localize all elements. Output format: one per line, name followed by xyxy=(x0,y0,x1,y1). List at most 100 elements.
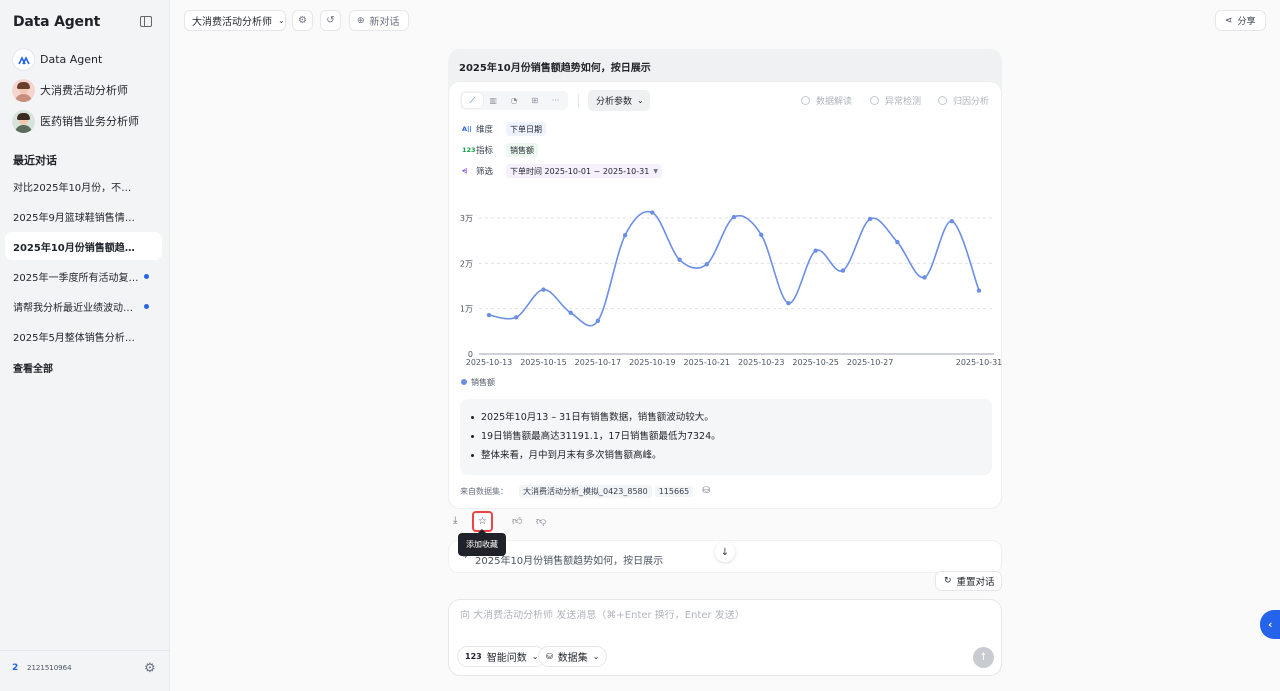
divider xyxy=(578,94,579,107)
favorite-tooltip: 添加收藏 xyxy=(458,529,506,556)
agent-label: 大消费活动分析师 xyxy=(40,84,128,97)
summary-item: 19日销售额最高达31191.1，17日销售额最低为7324。 xyxy=(471,427,992,446)
scroll-down-button[interactable]: ↓ xyxy=(715,542,735,562)
more-icon[interactable]: ··· xyxy=(545,93,566,108)
action-label: 归因分析 xyxy=(953,97,990,107)
sidebar: Data Agent Data Agent 大消费活动分析师 医药销售业务分析师… xyxy=(0,0,170,691)
sidebar-toggle-icon[interactable] xyxy=(140,16,152,27)
recent-conversations-title: 最近对话 xyxy=(13,154,57,167)
anomaly-detect-button[interactable]: 异常检测 xyxy=(870,94,921,107)
data-point xyxy=(568,310,573,315)
summary-item: 整体来看，月中到月末有多次销售额高峰。 xyxy=(471,446,992,465)
history-button[interactable]: ↺ xyxy=(320,10,341,31)
data-point xyxy=(922,275,927,280)
data-point xyxy=(541,287,546,292)
unread-dot xyxy=(144,274,149,279)
dimension-chip[interactable]: 下单日期 xyxy=(506,122,547,136)
check-circle-icon xyxy=(938,96,947,105)
smart-query-pill[interactable]: 123 智能问数 ⌄ xyxy=(457,646,547,667)
user-avatar[interactable]: 2 xyxy=(12,663,20,673)
conversation-item[interactable]: 2025年9月篮球鞋销售情况如何 xyxy=(5,202,162,230)
summary-item: 2025年10月13 – 31日有销售数据，销售额波动较大。 xyxy=(471,408,992,427)
x-tick-label: 2025-10-27 xyxy=(847,358,894,367)
data-agent-logo-icon xyxy=(12,47,35,71)
analysis-params-dropdown[interactable]: 分析参数 ⌄ xyxy=(588,90,650,111)
filter-icon: ⩤ xyxy=(462,166,468,175)
dataset-pill[interactable]: ⛁ 数据集 ⌄ xyxy=(538,646,608,667)
star-icon: ☆ xyxy=(478,516,487,527)
table-icon[interactable]: ⊞ xyxy=(524,93,545,108)
x-tick-label: 2025-10-13 xyxy=(466,358,513,367)
check-circle-icon xyxy=(870,96,879,105)
agent-select-label: 大消费活动分析师 xyxy=(192,17,272,28)
conversation-item[interactable]: 2025年一季度所有活动复盘分析 xyxy=(5,262,162,290)
data-point xyxy=(949,218,954,224)
thumbs-up-icon[interactable]: 👍︎ xyxy=(512,515,522,527)
data-point xyxy=(622,233,628,238)
conversation-item-active[interactable]: 2025年10月份销售额趋势如何，按日展示 xyxy=(5,232,162,260)
agent-label: Data Agent xyxy=(40,52,103,66)
database-icon: ⛁ xyxy=(546,652,553,661)
settings-button[interactable]: ⚙ xyxy=(292,10,313,31)
download-icon[interactable]: ⤓ xyxy=(453,515,457,526)
data-interpret-button[interactable]: 数据解读 xyxy=(801,94,852,107)
conversation-label: 2025年一季度所有活动复盘分析 xyxy=(13,272,141,284)
agent-avatar xyxy=(12,78,35,102)
data-point xyxy=(759,232,764,237)
y-tick-label: 3万 xyxy=(460,214,473,223)
reset-conversation-button[interactable]: ↻ 重置对话 xyxy=(935,571,1002,591)
dataset-name[interactable]: 大消费活动分析_模拟_0423_8580 xyxy=(519,484,652,498)
reset-label: 重置对话 xyxy=(956,577,995,588)
dataset-label: 数据集 xyxy=(557,653,588,664)
dimension-icon: A|| xyxy=(462,125,472,133)
conversation-label: 对比2025年10月份，不同省份的销售情况 xyxy=(13,182,141,194)
data-point xyxy=(976,288,982,293)
metric-row: 123 指标 销售额 xyxy=(462,143,539,157)
expand-panel-button[interactable]: ‹ xyxy=(1260,610,1280,639)
conversation-item[interactable]: 对比2025年10月份，不同省份的销售情况 xyxy=(5,172,162,200)
filter-chip[interactable]: 下单时间 2025-10-01 ~ 2025-10-31 ▼ xyxy=(506,164,662,178)
sidebar-footer: 2 2121510964 ⚙ xyxy=(0,650,170,691)
thumbs-down-icon[interactable]: 👎︎ xyxy=(536,515,546,527)
data-point xyxy=(786,301,791,306)
agent-avatar xyxy=(12,109,35,133)
new-chat-button[interactable]: ⊕ 新对话 xyxy=(349,10,409,31)
agent-item-pharma-analyst[interactable]: 医药销售业务分析师 xyxy=(12,109,162,133)
sales-line-chart: 01万2万3万2025-10-13 2025-10-15 2025-10-17 202… xyxy=(460,210,1002,387)
agent-item-data-agent[interactable]: Data Agent xyxy=(12,47,162,71)
x-tick-label: 2025-10-21 xyxy=(684,358,731,367)
conversation-item[interactable]: 请帮我分析最近业绩波动的原因 xyxy=(5,292,162,320)
conversation-label: 2025年5月整体销售分析报告 xyxy=(13,332,141,344)
history-icon: ↺ xyxy=(326,15,335,26)
send-button[interactable]: ↑ xyxy=(973,647,994,668)
action-label: 异常检测 xyxy=(885,97,922,107)
chevron-down-icon: ⌄ xyxy=(278,16,285,25)
summary-box: 2025年10月13 – 31日有销售数据，销售额波动较大。 19日销售额最高达… xyxy=(460,399,992,475)
attribution-button[interactable]: 归因分析 xyxy=(938,94,989,107)
source-label: 来自数据集： xyxy=(460,486,508,496)
conversation-item[interactable]: 2025年5月整体销售分析报告 xyxy=(5,322,162,350)
data-point xyxy=(514,315,519,320)
caret-down-icon: ▼ xyxy=(653,167,658,175)
number-icon: 123 xyxy=(465,652,482,661)
pie-chart-icon[interactable]: ◔ xyxy=(504,93,525,108)
data-point xyxy=(813,248,818,253)
gear-icon: ⚙ xyxy=(298,15,307,26)
y-tick-label: 1万 xyxy=(460,305,473,314)
y-tick-label: 2万 xyxy=(460,259,473,268)
data-point xyxy=(840,268,846,273)
metric-chip[interactable]: 销售额 xyxy=(506,143,539,157)
conversation-label: 请帮我分析最近业绩波动的原因 xyxy=(13,302,141,314)
view-all-link[interactable]: 查看全部 xyxy=(13,360,53,375)
check-circle-icon xyxy=(801,96,810,105)
line-chart-icon[interactable]: ⟋ xyxy=(462,93,483,108)
agent-select[interactable]: 大消费活动分析师 ⌄ xyxy=(184,10,286,31)
bar-chart-icon[interactable]: ▥ xyxy=(483,93,504,108)
agent-item-consumer-analyst[interactable]: 大消费活动分析师 xyxy=(12,78,162,102)
new-chat-label: 新对话 xyxy=(369,17,400,28)
database-icon[interactable]: ⛁ xyxy=(702,486,710,496)
metric-label: 指标 xyxy=(476,146,494,156)
message-input[interactable] xyxy=(460,610,980,621)
share-button[interactable]: ⋖ 分享 xyxy=(1215,10,1266,31)
settings-gear-icon[interactable]: ⚙ xyxy=(144,661,156,676)
